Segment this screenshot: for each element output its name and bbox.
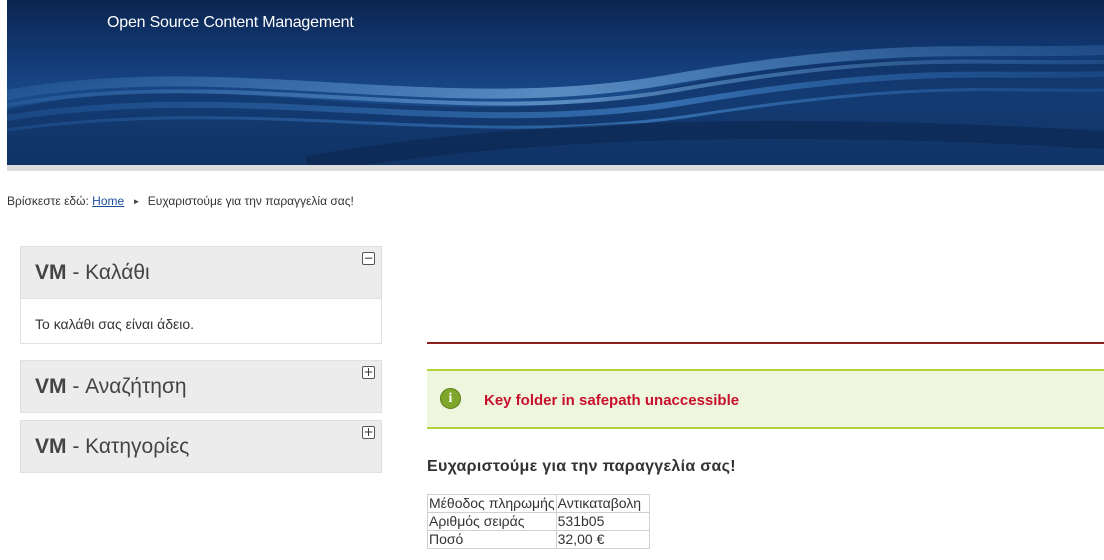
table-row: Αριθμός σειράς 531b05 — [427, 512, 650, 531]
header-divider — [7, 165, 1104, 171]
module-cart: VM - Καλάθι − Το καλάθι σας είναι άδειο. — [20, 246, 382, 344]
system-notice: i Key folder in safepath unaccessible — [427, 369, 1104, 429]
module-categories-title-text: - Κατηγορίες — [66, 435, 190, 458]
module-categories: VM - Κατηγορίες + — [20, 420, 382, 473]
order-field-value: Αντικαταβολη — [555, 494, 650, 513]
page-title: Ευχαριστούμε για την παραγγελία σας! — [427, 458, 736, 475]
content-divider — [427, 342, 1104, 344]
module-categories-title: VM - Κατηγορίες — [35, 435, 189, 459]
module-cart-header[interactable]: VM - Καλάθι − — [20, 246, 382, 299]
table-row: Ποσό 32,00 € — [427, 530, 650, 549]
breadcrumb: Βρίσκεστε εδώ: Home ► Ευχαριστούμε για τ… — [7, 194, 354, 208]
module-categories-title-prefix: VM — [35, 435, 67, 458]
module-categories-header[interactable]: VM - Κατηγορίες + — [20, 420, 382, 473]
order-field-label: Ποσό — [427, 530, 557, 549]
breadcrumb-prefix: Βρίσκεστε εδώ: — [7, 194, 89, 208]
breadcrumb-separator-icon: ► — [132, 197, 141, 206]
site-header-banner: Open Source Content Management — [7, 0, 1104, 165]
breadcrumb-current: Ευχαριστούμε για την παραγγελία σας! — [147, 194, 354, 208]
notice-message: Key folder in safepath unaccessible — [484, 392, 740, 409]
order-field-value: 531b05 — [555, 512, 650, 531]
module-cart-title-prefix: VM — [35, 261, 67, 284]
breadcrumb-home-link[interactable]: Home — [92, 194, 124, 208]
order-field-label: Μέθοδος πληρωμής — [427, 494, 557, 513]
module-search: VM - Αναζήτηση + — [20, 360, 382, 413]
module-search-header[interactable]: VM - Αναζήτηση + — [20, 360, 382, 413]
module-search-title-text: - Αναζήτηση — [66, 375, 187, 398]
expand-plus-icon[interactable]: + — [362, 366, 375, 379]
module-search-title: VM - Αναζήτηση — [35, 375, 187, 399]
order-summary-table: Μέθοδος πληρωμής Αντικαταβολη Αριθμός σειρ… — [427, 494, 650, 549]
page: Open Source Content Management Βρίσκεστε… — [0, 0, 1104, 560]
module-cart-title: VM - Καλάθι — [35, 261, 150, 285]
collapse-minus-icon[interactable]: − — [362, 252, 375, 265]
order-field-value: 32,00 € — [555, 530, 650, 549]
table-row: Μέθοδος πληρωμής Αντικαταβολη — [427, 494, 650, 513]
module-search-title-prefix: VM — [35, 375, 67, 398]
module-cart-body: Το καλάθι σας είναι άδειο. — [20, 299, 382, 344]
order-field-label: Αριθμός σειράς — [427, 512, 557, 531]
module-cart-title-text: - Καλάθι — [66, 261, 150, 284]
info-icon: i — [440, 388, 461, 409]
site-title[interactable]: Open Source Content Management — [107, 14, 354, 32]
expand-plus-icon[interactable]: + — [362, 426, 375, 439]
